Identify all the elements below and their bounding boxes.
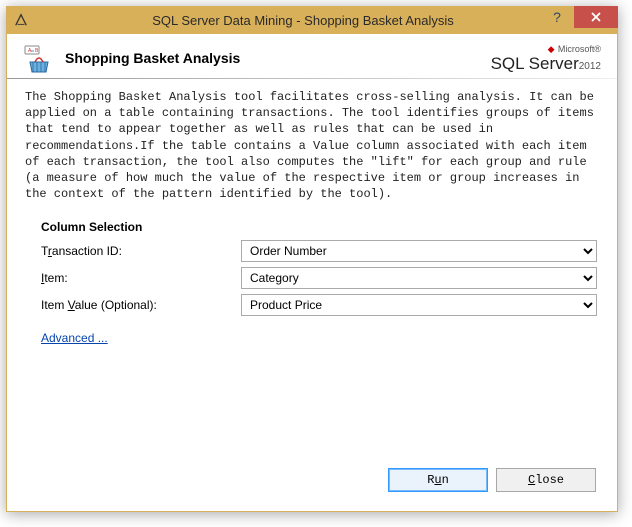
transaction-id-select[interactable]: Order Number xyxy=(241,240,597,262)
column-selection-label: Column Selection xyxy=(41,220,597,234)
shopping-basket-icon: A B xyxy=(23,42,55,74)
close-window-button[interactable] xyxy=(574,6,618,28)
page-title: Shopping Basket Analysis xyxy=(65,50,240,66)
item-value-select[interactable]: Product Price xyxy=(241,294,597,316)
run-button[interactable]: Run xyxy=(388,468,488,492)
description-text: The Shopping Basket Analysis tool facili… xyxy=(7,85,617,212)
item-label: Item: xyxy=(41,271,241,285)
close-button[interactable]: Close xyxy=(496,468,596,492)
titlebar: SQL Server Data Mining - Shopping Basket… xyxy=(6,6,618,34)
advanced-link[interactable]: Advanced ... xyxy=(41,331,108,345)
item-select[interactable]: Category xyxy=(241,267,597,289)
help-button[interactable]: ? xyxy=(540,6,574,28)
close-icon xyxy=(591,12,601,22)
divider xyxy=(7,78,617,79)
transaction-id-label: Transaction ID: xyxy=(41,244,241,258)
item-value-label: Item Value (Optional): xyxy=(41,298,241,312)
sql-server-logo: ◆ Microsoft® SQL Server2012 xyxy=(491,42,601,74)
window-title: SQL Server Data Mining - Shopping Basket… xyxy=(0,13,618,28)
